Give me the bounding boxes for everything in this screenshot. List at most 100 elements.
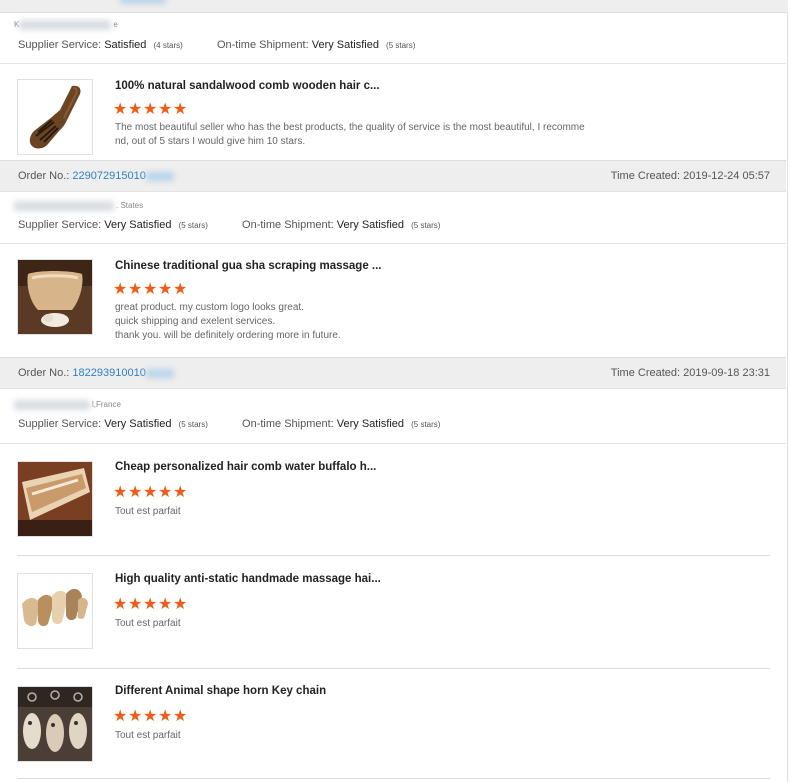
buyer-info: Ke [14, 20, 118, 30]
service-ratings: Supplier Service: Very Satisfied (5 star… [18, 418, 440, 430]
supplier-service-label: Supplier Service: [18, 418, 102, 430]
order-label: Order No.: [18, 170, 70, 182]
order-number-row: Order No.: 229072915010 [18, 170, 174, 182]
star-icon: ★ [113, 484, 128, 501]
order-header: Order No.: 229072915010 Time Created: 20… [0, 160, 786, 192]
star-icon: ★ [173, 708, 188, 725]
redacted-buyer-name [14, 201, 114, 211]
star-icon: ★ [173, 596, 188, 613]
star-icon: ★ [113, 596, 128, 613]
star-icon: ★ [113, 281, 128, 298]
star-icon: ★ [143, 281, 158, 298]
divider [17, 778, 770, 779]
shipment-label: On-time Shipment: [216, 39, 309, 51]
review-line: nd, out of 5 stars I would give him 10 s… [115, 136, 306, 147]
star-icon: ★ [158, 101, 173, 118]
redacted-buyer-name [14, 400, 90, 410]
redacted-order-suffix [145, 171, 174, 181]
review-text: Tout est parfait [115, 729, 615, 743]
star-icon: ★ [113, 101, 128, 118]
product-title[interactable]: Cheap personalized hair comb water buffa… [115, 461, 376, 473]
order-header: Order No.: 182293910010 Time Created: 20… [0, 357, 786, 389]
supplier-service-count: (4 stars) [153, 41, 183, 50]
review-text: great product. my custom logo looks grea… [115, 301, 615, 343]
redacted-order-number [120, 0, 166, 4]
product-title[interactable]: Different Animal shape horn Key chain [115, 685, 326, 697]
divider [0, 443, 786, 444]
review-line: thank you. will be definitely ordering m… [115, 330, 341, 341]
product-title[interactable]: High quality anti-static handmade massag… [115, 573, 381, 585]
shipment-label: On-time Shipment: [242, 219, 334, 231]
buyer-info: . States [14, 201, 143, 211]
shipment-count: (5 stars) [386, 41, 416, 50]
time-label: Time Created: [610, 367, 681, 379]
star-icon: ★ [113, 708, 128, 725]
star-icon: ★ [158, 281, 173, 298]
divider [17, 668, 770, 669]
divider [17, 555, 770, 556]
rating-stars: ★★★★★ [113, 99, 188, 119]
buyer-location: l,France [92, 400, 121, 410]
rating-stars: ★★★★★ [113, 482, 188, 502]
product-title[interactable]: 100% natural sandalwood comb wooden hair… [115, 80, 380, 92]
star-icon: ★ [128, 708, 143, 725]
star-icon: ★ [143, 484, 158, 501]
review-text: Tout est parfait [115, 617, 615, 631]
buyer-location: e [113, 20, 118, 30]
star-icon: ★ [128, 281, 143, 298]
product-image-buffalo-comb[interactable] [17, 461, 93, 537]
review-line: Tout est parfait [115, 730, 181, 741]
review-line: Tout est parfait [115, 506, 181, 517]
time-created: Time Created: 2019-12-24 05:57 [611, 170, 770, 182]
star-icon: ★ [128, 596, 143, 613]
product-image-gua-sha[interactable] [17, 259, 93, 335]
order-number-link[interactable]: 182293910010 [72, 367, 145, 379]
supplier-service-value: Satisfied [104, 39, 147, 51]
shipment-value: Very Satisfied [336, 418, 405, 430]
star-icon: ★ [158, 596, 173, 613]
service-ratings: Supplier Service: Very Satisfied (5 star… [18, 219, 440, 231]
shipment-value: Very Satisfied [311, 39, 379, 51]
supplier-service-value: Very Satisfied [104, 219, 172, 231]
buyer-info: l,France [14, 400, 121, 410]
star-icon: ★ [128, 484, 143, 501]
shipment-label: On-time Shipment: [242, 418, 334, 430]
shipment-count: (5 stars) [411, 420, 441, 429]
buyer-location: . States [116, 201, 144, 211]
review-text: The most beautiful seller who has the be… [115, 121, 615, 149]
product-image-sandalwood-comb[interactable] [17, 79, 93, 155]
star-icon: ★ [173, 101, 188, 118]
product-image-massage-combs[interactable] [17, 573, 93, 649]
star-icon: ★ [158, 708, 173, 725]
review-text: Tout est parfait [115, 505, 615, 519]
star-icon: ★ [128, 101, 143, 118]
feedback-page: Ke Supplier Service: Satisfied (4 stars)… [0, 0, 790, 782]
star-icon: ★ [143, 708, 158, 725]
rating-stars: ★★★★★ [113, 594, 188, 614]
right-border [787, 0, 788, 782]
order-number-link[interactable]: 229072915010 [72, 170, 145, 182]
review-line: quick shipping and exelent services. [115, 316, 276, 327]
star-icon: ★ [143, 596, 158, 613]
rating-stars: ★★★★★ [113, 279, 188, 299]
review-line: Tout est parfait [115, 618, 181, 629]
product-image-horn-keychain[interactable] [17, 686, 93, 762]
star-icon: ★ [173, 281, 188, 298]
redacted-buyer-name [19, 20, 112, 30]
time-value: 2019-12-24 05:57 [683, 170, 770, 182]
review-line: The most beautiful seller who has the be… [115, 122, 585, 133]
time-value: 2019-09-18 23:31 [683, 367, 770, 379]
supplier-service-label: Supplier Service: [18, 39, 102, 51]
divider [0, 243, 786, 244]
supplier-service-value: Very Satisfied [104, 418, 172, 430]
order-label: Order No.: [18, 367, 70, 379]
rating-stars: ★★★★★ [113, 706, 188, 726]
star-icon: ★ [173, 484, 188, 501]
shipment-count: (5 stars) [411, 221, 441, 230]
star-icon: ★ [158, 484, 173, 501]
order-header-partial [0, 0, 788, 13]
product-title[interactable]: Chinese traditional gua sha scraping mas… [115, 260, 382, 272]
supplier-service-count: (5 stars) [178, 420, 208, 429]
time-created: Time Created: 2019-09-18 23:31 [611, 367, 770, 379]
order-number-row: Order No.: 182293910010 [18, 367, 174, 379]
